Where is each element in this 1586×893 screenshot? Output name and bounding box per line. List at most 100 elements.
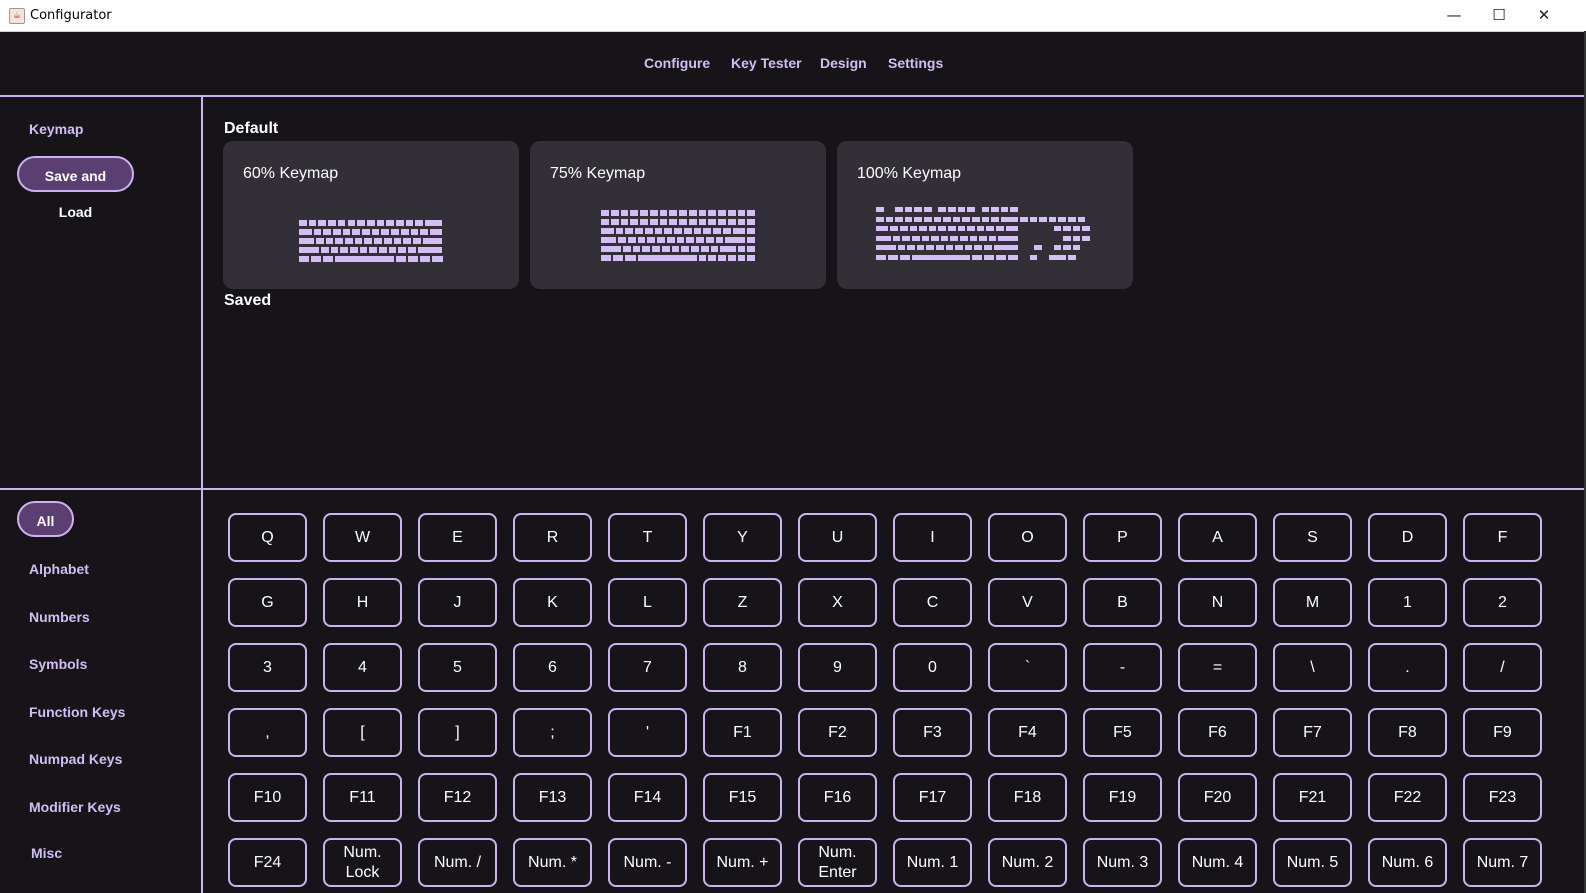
key-button[interactable]: , (228, 708, 307, 757)
key-button[interactable]: F21 (1273, 773, 1352, 822)
key-button[interactable]: 1 (1368, 578, 1447, 627)
key-button[interactable]: F3 (893, 708, 972, 757)
key-button[interactable]: . (1368, 643, 1447, 692)
key-button[interactable]: Num. Lock (323, 838, 402, 887)
category-numbers[interactable]: Numbers (29, 609, 90, 625)
key-button[interactable]: F12 (418, 773, 497, 822)
key-button[interactable]: 7 (608, 643, 687, 692)
key-button[interactable]: F15 (703, 773, 782, 822)
key-button[interactable]: 3 (228, 643, 307, 692)
maximize-button[interactable]: ☐ (1476, 0, 1522, 31)
key-button[interactable]: F17 (893, 773, 972, 822)
key-button[interactable]: Num. * (513, 838, 592, 887)
category-function-keys[interactable]: Function Keys (29, 704, 125, 720)
key-button[interactable]: H (323, 578, 402, 627)
key-button[interactable]: \ (1273, 643, 1352, 692)
key-button[interactable]: U (798, 513, 877, 562)
key-button[interactable]: J (418, 578, 497, 627)
key-button[interactable]: F14 (608, 773, 687, 822)
key-button[interactable]: Num. 1 (893, 838, 972, 887)
key-button[interactable]: L (608, 578, 687, 627)
key-button[interactable]: 4 (323, 643, 402, 692)
nav-key-tester[interactable]: Key Tester (731, 55, 802, 71)
minimize-button[interactable]: — (1431, 0, 1477, 31)
key-button[interactable]: Num. 3 (1083, 838, 1162, 887)
key-button[interactable]: W (323, 513, 402, 562)
key-button[interactable]: F20 (1178, 773, 1257, 822)
key-button[interactable]: Num. + (703, 838, 782, 887)
key-button[interactable]: X (798, 578, 877, 627)
key-button[interactable]: / (1463, 643, 1542, 692)
key-button[interactable]: E (418, 513, 497, 562)
key-button[interactable]: F8 (1368, 708, 1447, 757)
key-button[interactable]: Num. 2 (988, 838, 1067, 887)
key-button[interactable]: F23 (1463, 773, 1542, 822)
key-button[interactable]: F5 (1083, 708, 1162, 757)
key-button[interactable]: G (228, 578, 307, 627)
key-button[interactable]: 5 (418, 643, 497, 692)
sidebar-item-save-and-load[interactable]: Save and Load (17, 156, 134, 220)
key-button[interactable]: Num. 5 (1273, 838, 1352, 887)
key-button[interactable]: T (608, 513, 687, 562)
category-alphabet[interactable]: Alphabet (29, 561, 89, 577)
key-button[interactable]: F1 (703, 708, 782, 757)
key-button[interactable]: S (1273, 513, 1352, 562)
key-button[interactable]: 9 (798, 643, 877, 692)
key-button[interactable]: M (1273, 578, 1352, 627)
key-button[interactable]: Num. / (418, 838, 497, 887)
key-button[interactable]: F7 (1273, 708, 1352, 757)
key-button[interactable]: F18 (988, 773, 1067, 822)
key-button[interactable]: F22 (1368, 773, 1447, 822)
key-button[interactable]: ] (418, 708, 497, 757)
category-symbols[interactable]: Symbols (29, 656, 87, 672)
key-button[interactable]: N (1178, 578, 1257, 627)
nav-design[interactable]: Design (820, 55, 867, 71)
category-modifier-keys[interactable]: Modifier Keys (29, 799, 121, 815)
nav-settings[interactable]: Settings (888, 55, 943, 71)
key-button[interactable]: B (1083, 578, 1162, 627)
key-button[interactable]: Z (703, 578, 782, 627)
key-button[interactable]: F4 (988, 708, 1067, 757)
key-button[interactable]: F6 (1178, 708, 1257, 757)
nav-configure[interactable]: Configure (644, 55, 710, 71)
key-button[interactable]: Num. 4 (1178, 838, 1257, 887)
key-button[interactable]: F10 (228, 773, 307, 822)
sidebar-item-keymap[interactable]: Keymap (29, 121, 83, 137)
key-button[interactable]: I (893, 513, 972, 562)
key-button[interactable]: - (1083, 643, 1162, 692)
key-button[interactable]: 6 (513, 643, 592, 692)
key-button[interactable]: V (988, 578, 1067, 627)
key-button[interactable]: K (513, 578, 592, 627)
key-button[interactable]: Num. - (608, 838, 687, 887)
key-button[interactable]: ' (608, 708, 687, 757)
key-button[interactable]: F2 (798, 708, 877, 757)
key-button[interactable]: F9 (1463, 708, 1542, 757)
key-button[interactable]: O (988, 513, 1067, 562)
key-button[interactable]: 8 (703, 643, 782, 692)
category-numpad-keys[interactable]: Numpad Keys (29, 751, 122, 767)
key-button[interactable]: R (513, 513, 592, 562)
keymap-card-75[interactable]: 75% Keymap (530, 141, 826, 289)
key-button[interactable]: [ (323, 708, 402, 757)
key-button[interactable]: F (1463, 513, 1542, 562)
key-button[interactable]: 2 (1463, 578, 1542, 627)
keymap-card-60[interactable]: 60% Keymap (223, 141, 519, 289)
key-button[interactable]: Num. 7 (1463, 838, 1542, 887)
key-button[interactable]: F13 (513, 773, 592, 822)
key-button[interactable]: F16 (798, 773, 877, 822)
key-button[interactable]: F24 (228, 838, 307, 887)
key-button[interactable]: 0 (893, 643, 972, 692)
key-button[interactable]: Num. 6 (1368, 838, 1447, 887)
key-button[interactable]: F11 (323, 773, 402, 822)
key-button[interactable]: A (1178, 513, 1257, 562)
keymap-card-100[interactable]: 100% Keymap (837, 141, 1133, 289)
category-all[interactable]: All (17, 501, 74, 537)
key-button[interactable]: Y (703, 513, 782, 562)
key-button[interactable]: C (893, 578, 972, 627)
category-misc[interactable]: Misc (31, 845, 62, 861)
key-button[interactable]: D (1368, 513, 1447, 562)
close-button[interactable]: ✕ (1521, 0, 1567, 31)
key-button[interactable]: = (1178, 643, 1257, 692)
key-button[interactable]: F19 (1083, 773, 1162, 822)
key-button[interactable]: Q (228, 513, 307, 562)
